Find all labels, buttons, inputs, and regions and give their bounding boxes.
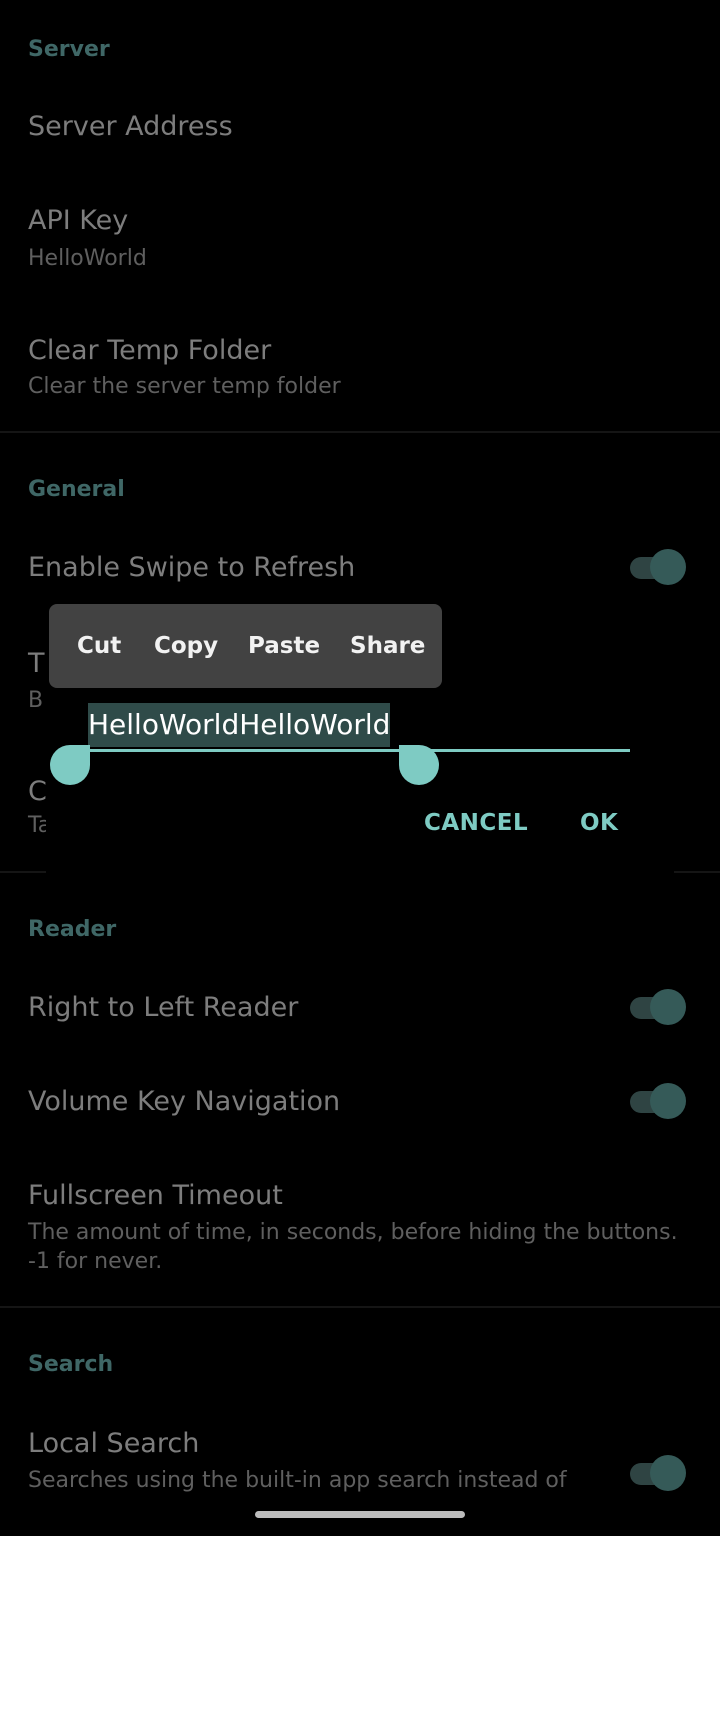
pref-title: Volume Key Navigation [28,1086,341,1117]
toggle-thumb [650,1083,686,1119]
pref-title: Fullscreen Timeout [28,1180,283,1211]
pref-summary: HelloWorld [28,246,147,271]
menu-item-share[interactable]: Share [350,604,425,688]
toggle-thumb [650,1455,686,1491]
section-title-server: Server [28,37,110,62]
rtl-toggle[interactable] [628,987,686,1027]
local-search-toggle[interactable] [628,1453,686,1493]
section-title-search: Search [28,1352,114,1377]
text-selection-menu: Cut Copy Paste Share [49,604,442,688]
menu-item-cut[interactable]: Cut [77,604,121,688]
pref-title: Local Search [28,1428,200,1459]
toggle-thumb [650,549,686,585]
swipe-refresh-toggle[interactable] [628,547,686,587]
selection-handle-end[interactable] [399,745,439,785]
volume-keys-toggle[interactable] [628,1081,686,1121]
pref-title: Enable Swipe to Refresh [28,552,356,583]
pref-summary-fragment: B [28,688,44,713]
pref-title: Right to Left Reader [28,992,299,1023]
section-title-general: General [28,477,125,502]
selected-input-text[interactable]: HelloWorldHelloWorld [88,703,391,747]
pref-summary: Searches using the built-in app search i… [28,1468,567,1493]
cancel-button[interactable]: CANCEL [424,810,528,836]
ok-button[interactable]: OK [580,810,618,836]
section-divider [0,1306,720,1308]
menu-item-copy[interactable]: Copy [154,604,218,688]
menu-item-paste[interactable]: Paste [248,604,320,688]
selection-handle-start[interactable] [50,745,90,785]
pref-title: API Key [28,205,129,236]
dialog-text-input[interactable]: HelloWorldHelloWorld [88,703,630,752]
pref-title: Clear Temp Folder [28,335,272,366]
pref-summary-cont: -1 for never. [28,1249,163,1274]
pref-title: Server Address [28,111,233,142]
section-title-reader: Reader [28,917,117,942]
pref-summary: Clear the server temp folder [28,374,341,399]
toggle-thumb [650,989,686,1025]
pref-title-fragment: T [28,648,45,679]
settings-screen: Server Server Address API Key HelloWorld… [0,0,720,1536]
pref-summary: The amount of time, in seconds, before h… [28,1220,678,1245]
input-underline [88,749,630,752]
pref-title-fragment: C [28,776,47,807]
section-divider [0,431,720,433]
home-indicator[interactable] [255,1511,465,1518]
